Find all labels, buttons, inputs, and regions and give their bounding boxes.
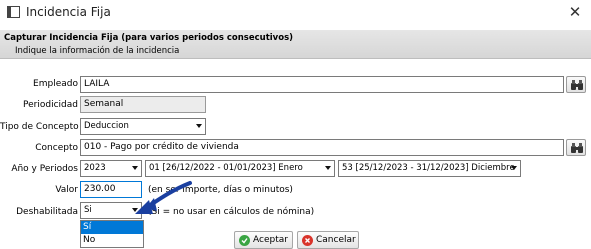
tipo-concepto-value: Deduccion xyxy=(84,121,129,131)
binoculars-icon xyxy=(571,143,583,153)
aceptar-label: Aceptar xyxy=(253,235,288,245)
anio-value: 2023 xyxy=(84,163,106,173)
tipo-concepto-select[interactable]: Deduccion xyxy=(80,118,206,135)
chevron-down-icon xyxy=(132,166,138,170)
empleado-label: Empleado xyxy=(33,79,78,89)
concepto-label: Concepto xyxy=(35,143,78,153)
chevron-down-icon xyxy=(196,124,202,128)
header-band: Capturar Incidencia Fija (para varios pe… xyxy=(0,30,591,59)
anio-periodos-label: Año y Periodos xyxy=(11,164,78,174)
binoculars-icon xyxy=(571,80,583,90)
periodo-inicio-select[interactable]: 01 [26/12/2022 - 01/01/2023] Enero xyxy=(145,160,335,177)
check-icon xyxy=(239,235,250,246)
annotation-arrow-icon xyxy=(135,181,192,214)
cancel-icon xyxy=(302,235,313,246)
periodo-fin-value: 53 [25/12/2023 - 31/12/2023] Diciembre xyxy=(342,163,515,173)
chevron-down-icon xyxy=(511,166,517,170)
valor-label: Valor xyxy=(55,185,78,195)
empleado-field[interactable]: LAILA xyxy=(80,76,564,93)
dropdown-option-si[interactable]: Sí xyxy=(81,221,143,234)
periodo-inicio-value: 01 [26/12/2022 - 01/01/2023] Enero xyxy=(149,163,303,173)
concepto-field[interactable]: 010 - Pago por crédito de vivienda xyxy=(80,139,564,156)
dropdown-option-no[interactable]: No xyxy=(81,234,143,247)
window-icon xyxy=(7,6,20,18)
cancelar-label: Cancelar xyxy=(316,235,356,245)
deshabilitada-label: Deshabilitada xyxy=(16,207,78,217)
close-button[interactable]: ✕ xyxy=(565,2,585,22)
tipo-concepto-label: Tipo de Concepto xyxy=(0,122,79,132)
aceptar-button[interactable]: Aceptar xyxy=(234,231,293,249)
deshabilitada-dropdown-list: Sí No xyxy=(80,220,144,248)
anio-select[interactable]: 2023 xyxy=(80,160,142,177)
cancelar-button[interactable]: Cancelar xyxy=(297,231,359,249)
header-title: Capturar Incidencia Fija (para varios pe… xyxy=(4,33,294,43)
concepto-search-button[interactable] xyxy=(566,139,586,156)
periodicidad-label: Periodicidad xyxy=(23,100,78,110)
periodicidad-field: Semanal xyxy=(80,96,206,113)
deshabilitada-value: Si xyxy=(84,205,92,215)
periodo-fin-select[interactable]: 53 [25/12/2023 - 31/12/2023] Diciembre xyxy=(338,160,521,177)
header-subtitle: Indique la información de la incidencia xyxy=(15,46,180,56)
title-bar: Incidencia Fija ✕ xyxy=(0,0,591,24)
window-title: Incidencia Fija xyxy=(26,5,111,19)
chevron-down-icon xyxy=(325,166,331,170)
empleado-search-button[interactable] xyxy=(566,76,586,93)
